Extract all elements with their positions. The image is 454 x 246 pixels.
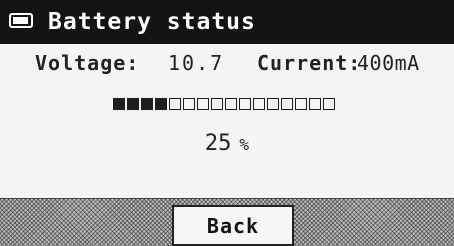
battery-segment-empty	[295, 98, 307, 110]
battery-segment-filled	[127, 98, 139, 110]
battery-segment-empty	[211, 98, 223, 110]
battery-segment-empty	[169, 98, 181, 110]
battery-icon	[9, 13, 33, 28]
current-value: 400mA	[357, 51, 420, 75]
battery-segment-empty	[197, 98, 209, 110]
battery-segment-empty	[253, 98, 265, 110]
battery-segment-empty	[267, 98, 279, 110]
back-button[interactable]: Back	[172, 205, 294, 246]
battery-segment-empty	[309, 98, 321, 110]
battery-segment-filled	[113, 98, 125, 110]
battery-percent-unit: %	[239, 135, 250, 154]
battery-level-bar	[113, 98, 335, 110]
battery-segment-empty	[281, 98, 293, 110]
battery-segment-empty	[225, 98, 237, 110]
voltage-label: Voltage:	[35, 51, 140, 75]
page-title: Battery status	[48, 9, 256, 35]
battery-segment-filled	[155, 98, 167, 110]
current-label: Current:	[257, 51, 362, 75]
battery-status-screen: Battery status Voltage: 10.7 Current: 40…	[0, 0, 454, 246]
battery-segment-empty	[183, 98, 195, 110]
battery-percent: 25%	[0, 130, 454, 159]
battery-segment-empty	[323, 98, 335, 110]
battery-percent-value: 25	[204, 131, 232, 156]
voltage-value: 10.7	[168, 51, 225, 75]
battery-segment-empty	[239, 98, 251, 110]
title-bar: Battery status	[0, 0, 454, 44]
battery-segment-filled	[141, 98, 153, 110]
